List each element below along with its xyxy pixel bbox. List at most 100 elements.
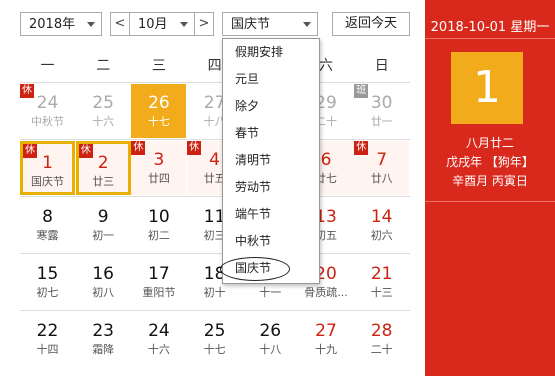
calendar-week-row: 22 十四 23 霜降 24 十六 25 十七 26 十八 27 十九 28 二十 [20,310,410,367]
day-cell[interactable]: 17 重阳节 [131,255,186,309]
calendar-week-row: 休1国庆节休2廿三休3廿四休4廿五休5廿六休6廿七休7廿八 [20,139,410,196]
selected-day-number: 1 [451,52,523,124]
day-cell[interactable]: 休 2 廿三 [75,141,131,195]
lunar-label: 初七 [36,286,59,299]
holiday-badge: 休 [187,141,202,155]
holiday-option[interactable]: 假期安排 [223,39,319,66]
holiday-badge: 休 [20,84,34,98]
day-cell[interactable]: 休 3 廿四 [131,141,187,195]
day-cell[interactable]: 26 十八 [243,312,298,366]
lunar-label: 霜降 [92,343,115,356]
day-number: 25 [92,93,114,113]
day-cell[interactable]: 23 霜降 [76,312,131,366]
day-cell[interactable]: 22 十四 [20,312,75,366]
lunar-label: 重阳节 [142,286,176,299]
day-cell[interactable]: 28 二十 [354,312,409,366]
weekday-label: 三 [151,58,166,74]
holiday-option[interactable]: 除夕 [223,93,319,120]
day-cell[interactable]: 休 24 中秋节 [20,84,75,138]
day-cell[interactable]: 班 30 廿一 [354,84,409,138]
day-number: 26 [259,321,282,341]
holiday-option[interactable]: 端午节 [223,201,319,228]
lunar-label: 十七 [203,343,226,356]
holiday-option[interactable]: 春节 [223,120,319,147]
chevron-down-icon [87,22,95,27]
day-cell[interactable]: 8 寒露 [20,198,75,252]
day-number: 28 [370,321,393,341]
lunar-label: 廿四 [147,172,170,185]
day-cell[interactable]: 14 初六 [354,198,409,252]
lunar-label: 初八 [92,286,115,299]
weekday-header: 一二三四五六日 [20,52,410,80]
day-cell[interactable]: 21 十三 [354,255,409,309]
chevron-down-icon [180,22,188,27]
lunar-label: 骨质疏... [304,286,348,299]
holiday-option[interactable]: 国庆节 [220,255,319,282]
lunar-label: 十六 [147,343,170,356]
divider [425,38,555,39]
holiday-select-value: 国庆节 [231,17,271,32]
holiday-dropdown-menu: 假期安排 元旦 除夕 春节 清明节 劳动节 端午节 中秋节 国庆节 [220,38,320,284]
day-cell[interactable]: 休 7 廿八 [354,141,410,195]
lunar-date: 八月廿二 [465,136,514,150]
back-to-today-button[interactable]: 返回今天 [332,12,410,36]
day-cell[interactable]: 26 十七 [131,84,187,138]
lunar-label: 初一 [92,229,115,242]
year-select-value: 2018年 [29,17,76,32]
weekday-label: 二 [96,58,111,74]
lunar-label: 廿一 [370,115,393,128]
lunar-label: 廿三 [92,175,115,188]
lunar-month-day: 辛酉月 丙寅日 [452,174,528,188]
holiday-option[interactable]: 元旦 [223,66,319,93]
month-select[interactable]: 10月 [130,12,194,36]
day-number: 27 [315,321,337,341]
day-number: 10 [148,207,170,227]
holiday-select[interactable]: 国庆节 [222,12,318,36]
holiday-option[interactable]: 清明节 [223,147,319,174]
day-cell[interactable]: 27 十九 [299,312,354,366]
chevron-down-icon [303,22,311,27]
day-cell[interactable]: 休 1 国庆节 [20,141,75,195]
calendar-grid: 休24中秋节25十六26十七27十八28十九班29二十班30廿一休1国庆节休2廿… [20,82,410,367]
day-cell[interactable]: 16 初八 [76,255,131,309]
day-number: 17 [148,264,170,284]
holiday-option[interactable]: 中秋节 [223,228,319,255]
day-number: 8 [42,207,53,227]
day-number: 9 [97,207,109,227]
prev-month-button[interactable]: < [110,12,130,36]
date-detail-panel: 2018-10-01 星期一 1 八月廿二 戊戌年 【狗年】 辛酉月 丙寅日 [425,0,555,376]
day-number: 16 [92,264,114,284]
day-number: 26 [148,93,170,113]
lunar-label: 十八 [259,343,282,356]
day-cell[interactable]: 25 十七 [187,312,242,366]
day-cell[interactable]: 24 十六 [131,312,186,366]
year-select[interactable]: 2018年 [20,12,102,36]
lunar-label: 中秋节 [31,115,64,128]
divider [425,201,555,202]
next-month-button[interactable]: > [194,12,214,36]
day-number: 23 [92,321,114,341]
lunar-label: 寒露 [36,229,59,242]
lunar-label: 十七 [147,115,170,128]
holiday-badge: 休 [131,141,146,155]
lunar-label: 十一 [259,286,282,299]
calendar-toolbar: 2018年 < 10月 > 国庆节 返回今天 [20,12,415,38]
day-number: 25 [203,321,226,341]
day-cell[interactable]: 25 十六 [76,84,131,138]
weekday-label: 日 [374,58,389,74]
day-cell[interactable]: 15 初七 [20,255,75,309]
selected-date-header: 2018-10-01 星期一 [430,20,550,35]
day-cell[interactable]: 10 初二 [131,198,186,252]
calendar-main: 2018年 < 10月 > 国庆节 返回今天 一二三四五六日 休24中秋节25十… [0,0,420,376]
day-number: 15 [36,264,59,284]
calendar-week-row: 15初七16初八17重阳节18初十19十一20骨质疏...21十三 [20,253,410,310]
holiday-option[interactable]: 劳动节 [223,174,319,201]
calendar-week-row: 8寒露9初一10初二11初三12初四13初五14初六 [20,196,410,253]
holiday-badge: 休 [354,141,369,155]
lunar-label: 十九 [315,343,337,356]
lunar-label: 十三 [370,286,393,299]
lunar-label: 廿八 [370,172,393,185]
day-number: 21 [370,264,393,284]
lunar-label: 国庆节 [31,175,64,188]
day-cell[interactable]: 9 初一 [76,198,131,252]
